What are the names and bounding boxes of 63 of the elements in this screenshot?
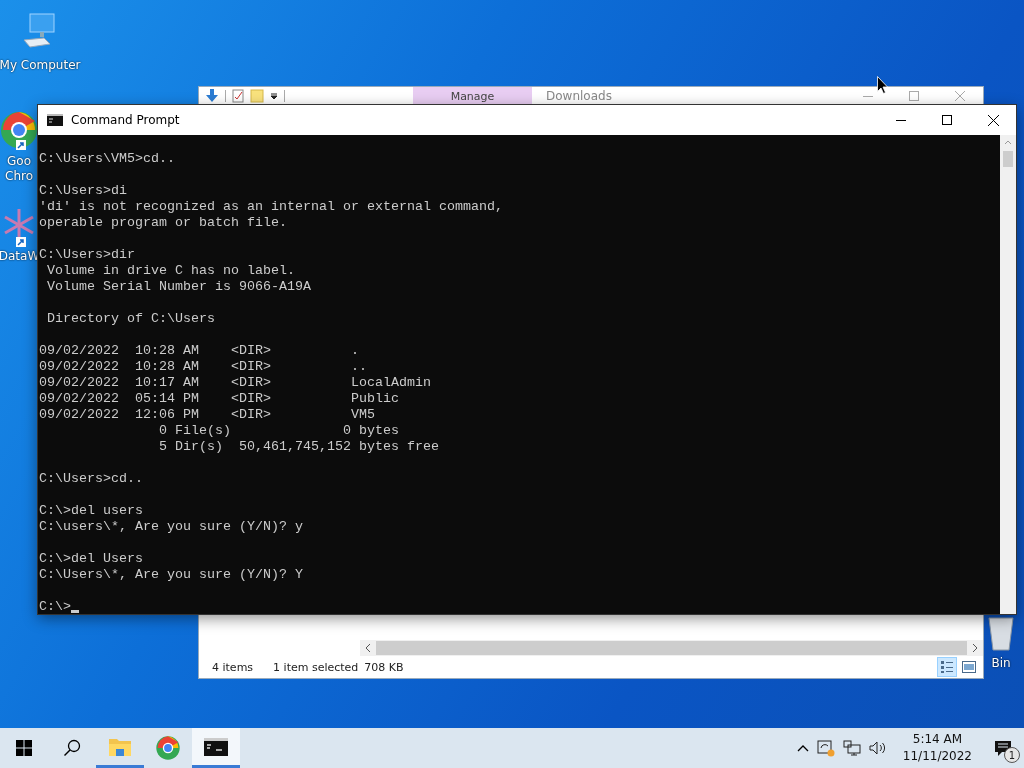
console-line: C:\>del Users (39, 551, 143, 567)
dropdown-icon[interactable] (270, 92, 278, 100)
ribbon-tab[interactable]: Manage (413, 87, 532, 105)
console-line: Volume Serial Number is 9066-A19A (46, 279, 311, 295)
update-icon[interactable] (816, 739, 835, 757)
console-line: C:\users\*, Are you sure (Y/N)? y (39, 519, 303, 535)
shortcut-arrow-icon (16, 237, 26, 247)
terminal-icon (47, 114, 63, 126)
notification-button[interactable]: 1 (988, 733, 1018, 763)
console-line: C:\Users>cd.. (39, 471, 143, 487)
taskbar-app-button[interactable] (192, 728, 240, 768)
search-icon (63, 739, 81, 757)
maximize-icon (909, 91, 919, 101)
console-line: operable program or batch file. (39, 215, 287, 231)
console-line: C:\Users\*, Are you sure (Y/N)? Y (39, 567, 303, 583)
maximize-icon (942, 115, 952, 125)
windows-logo-icon (16, 740, 32, 756)
horizontal-scrollbar[interactable] (360, 640, 983, 656)
chevron-up-icon[interactable] (796, 744, 809, 752)
console-line: 5 Dir(s) 50,461,745,152 bytes free (157, 439, 439, 455)
vertical-scrollbar[interactable] (1000, 135, 1016, 614)
scroll-right-icon[interactable] (972, 644, 978, 652)
notification-count: 1 (1004, 747, 1020, 763)
properties-icon[interactable] (232, 89, 244, 103)
console-line: Directory of C:\Users (46, 311, 215, 327)
chrome-icon (155, 735, 181, 761)
volume-icon[interactable] (868, 740, 887, 756)
network-icon[interactable] (842, 740, 861, 756)
selection-size: 708 KB (364, 660, 404, 674)
window-title: Command Prompt (71, 113, 180, 127)
clock[interactable]: 5:14 AM 11/11/2022 (894, 731, 980, 765)
selection-status: 1 item selected (273, 660, 359, 674)
console-line: 0 File(s) 0 bytes (157, 423, 399, 439)
item-count: 4 items (212, 660, 254, 674)
console-line: 09/02/2022 05:14 PM <DIR> Public (39, 391, 399, 407)
desktop-icon-label[interactable]: Chro (5, 169, 33, 184)
scroll-thumb[interactable] (1003, 151, 1013, 167)
console-line: C:\> (39, 599, 71, 614)
close-icon (987, 114, 999, 126)
window-title: Downloads (546, 89, 612, 103)
console-line: Volume in drive C has no label. (46, 263, 295, 279)
clock-date: 11/11/2022 (902, 748, 972, 765)
console-line: 09/02/2022 10:28 AM <DIR> .. (39, 359, 367, 375)
scroll-thumb[interactable] (376, 641, 967, 655)
console-line: 09/02/2022 10:17 AM <DIR> LocalAdmin (39, 375, 431, 391)
console-line: C:\>del users (39, 503, 143, 519)
console-line: 'di' is not recognized as an internal or external command, (39, 199, 503, 215)
console-line: C:\Users>dir (39, 247, 135, 263)
clock-time: 5:14 AM (912, 731, 963, 748)
desktop-icon-label[interactable]: Bin (991, 656, 1011, 671)
shortcut-arrow-icon (16, 140, 26, 150)
close-icon (955, 91, 965, 101)
console-line: 09/02/2022 12:06 PM <DIR> VM5 (39, 407, 375, 423)
desktop-icon-label[interactable]: Goo (7, 154, 31, 169)
details-view-button[interactable] (937, 657, 957, 677)
download-icon[interactable] (205, 89, 219, 103)
console-line: C:\Users\VM5>cd.. (39, 151, 175, 167)
console-line: C:\Users>di (39, 183, 127, 199)
console-line: 09/02/2022 10:28 AM <DIR> . (39, 343, 359, 359)
scroll-left-icon[interactable] (365, 644, 371, 652)
text-cursor (71, 610, 79, 613)
desktop-icon-label[interactable]: My Computer (0, 58, 81, 73)
terminal-icon (204, 737, 228, 756)
